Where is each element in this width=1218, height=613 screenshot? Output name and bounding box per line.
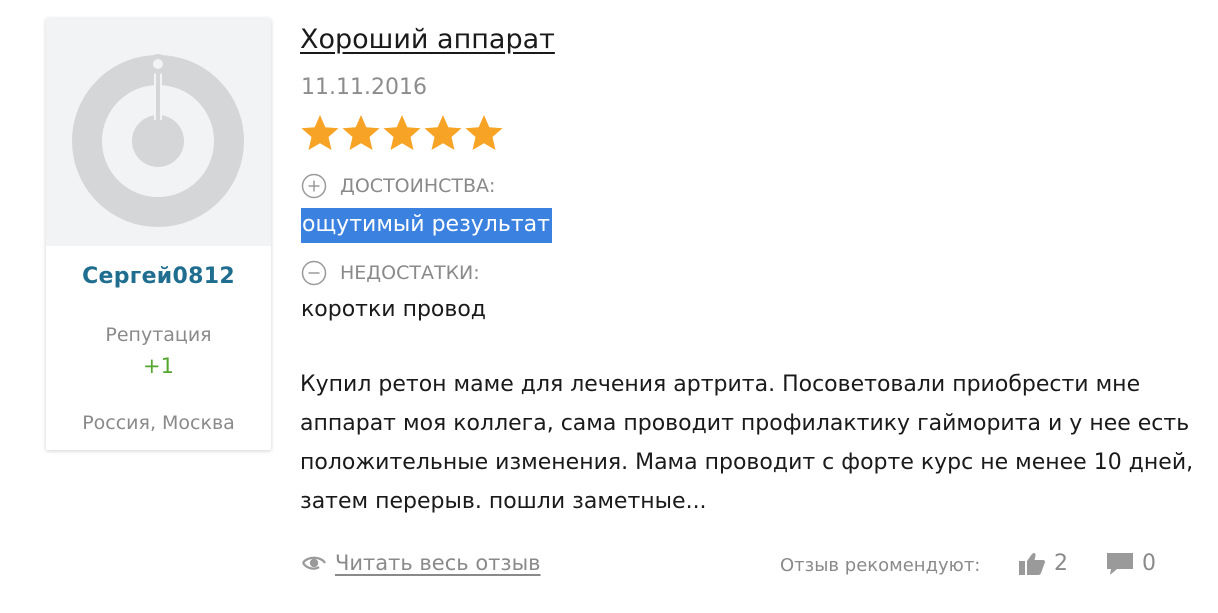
review-page: Сергей0812 Репутация +1 Россия, Москва Х… (0, 0, 1218, 613)
reputation-value: +1 (143, 354, 174, 378)
review-text: Купил ретон маме для лечения артрита. По… (300, 372, 1194, 514)
comment-icon (1107, 552, 1133, 575)
thumbs-up-icon (1019, 552, 1045, 575)
plus-circle-icon (301, 173, 327, 199)
comments-button[interactable]: 0 (1106, 551, 1156, 576)
author-location: Россия, Москва (82, 412, 235, 434)
comments-count: 0 (1142, 551, 1156, 576)
cons-label: НЕДОСТАТКИ: (340, 262, 480, 284)
star-icon (301, 115, 339, 150)
review-title[interactable]: Хороший аппарат (300, 24, 555, 55)
pros-text: ощутимый результат (301, 208, 552, 243)
star-icon (465, 115, 503, 150)
recommend-label: Отзыв рекомендуют: (780, 555, 981, 576)
read-full-review-link[interactable]: Читать весь отзыв (301, 551, 541, 575)
reputation-label: Репутация (105, 324, 212, 346)
cons-header: НЕДОСТАТКИ: (301, 260, 480, 286)
likes-count: 2 (1054, 551, 1068, 576)
pros-header: ДОСТОИНСТВА: (301, 173, 495, 199)
avatar[interactable] (46, 18, 271, 246)
star-icon (342, 115, 380, 150)
author-card: Сергей0812 Репутация +1 Россия, Москва (46, 18, 271, 450)
star-icon (383, 115, 421, 150)
pros-label: ДОСТОИНСТВА: (340, 175, 496, 197)
read-more-label[interactable]: Читать весь отзыв (335, 551, 541, 575)
author-name[interactable]: Сергей0812 (46, 264, 271, 289)
default-avatar-icon (72, 54, 244, 227)
like-button[interactable]: 2 (1018, 551, 1068, 576)
rating-stars (300, 114, 504, 152)
minus-circle-icon (301, 260, 327, 286)
cons-text: коротки провод (301, 297, 487, 322)
eye-icon (302, 556, 326, 570)
review-date: 11.11.2016 (301, 75, 427, 100)
star-icon (424, 115, 462, 150)
